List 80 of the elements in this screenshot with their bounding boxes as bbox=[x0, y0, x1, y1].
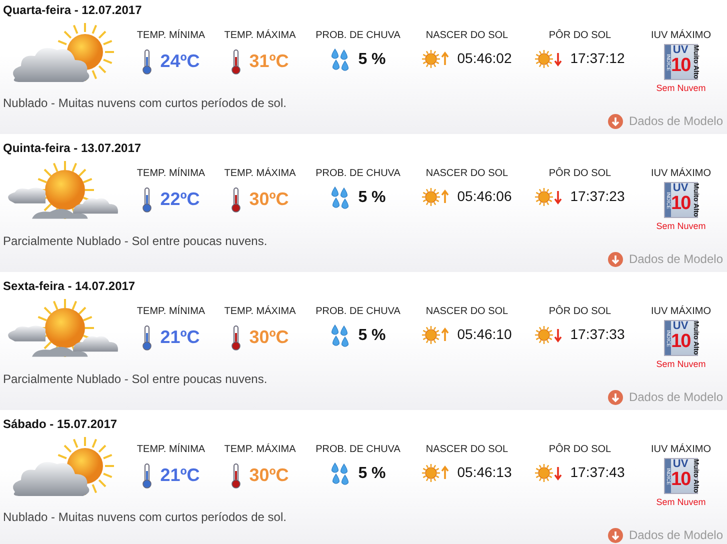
model-data-link[interactable]: Dados de Modelo bbox=[608, 250, 723, 268]
sunrise-icon bbox=[422, 324, 450, 344]
column-label: TEMP. MÍNIMA bbox=[136, 30, 206, 42]
max-temperature: 31ºC bbox=[249, 50, 289, 73]
raindrops-icon bbox=[330, 462, 350, 486]
column-label: IUV MÁXIMO bbox=[650, 306, 711, 318]
sunrise-time: 05:46:06 bbox=[457, 187, 512, 206]
sunset-icon bbox=[535, 324, 562, 344]
weather-description: Nublado - Muitas nuvens com curtos períodos de sol. bbox=[3, 95, 288, 112]
sunset-icon bbox=[535, 186, 562, 206]
column-label: PROB. DE CHUVA bbox=[316, 30, 400, 42]
sunset-time: 17:37:33 bbox=[570, 325, 625, 344]
rain-probability: 5 % bbox=[358, 326, 386, 346]
column-label: TEMP. MÍNIMA bbox=[136, 168, 206, 180]
thermometer-icon bbox=[142, 324, 152, 350]
column-label: PROB. DE CHUVA bbox=[316, 444, 400, 456]
model-data-link[interactable]: Dados de Modelo bbox=[608, 526, 723, 544]
day-title: Quarta-feira - 12.07.2017 bbox=[3, 2, 143, 18]
column-label: IUV MÁXIMO bbox=[650, 168, 711, 180]
min-temperature: 24ºC bbox=[160, 50, 200, 73]
day-title: Quinta-feira - 13.07.2017 bbox=[3, 140, 142, 156]
sunset-time: 17:37:43 bbox=[570, 463, 625, 482]
day-title: Sábado - 15.07.2017 bbox=[3, 416, 118, 432]
raindrops-icon bbox=[330, 324, 350, 348]
sunset-icon bbox=[535, 48, 562, 68]
uv-note: Sem Nuvem bbox=[656, 496, 706, 509]
column-label: NASCER DO SOL bbox=[426, 30, 508, 42]
sunset-time: 17:37:23 bbox=[570, 187, 625, 206]
sunset-icon bbox=[535, 462, 562, 482]
column-label: TEMP. MÁXIMA bbox=[224, 444, 296, 456]
thermometer-icon bbox=[231, 324, 242, 350]
sunrise-icon bbox=[422, 186, 450, 206]
sunset-time: 17:37:12 bbox=[570, 49, 625, 68]
column-label: TEMP. MÁXIMA bbox=[224, 168, 296, 180]
sunrise-time: 05:46:10 bbox=[457, 325, 512, 344]
thermometer-icon bbox=[231, 186, 242, 212]
column-label: NASCER DO SOL bbox=[426, 168, 508, 180]
column-label: TEMP. MÍNIMA bbox=[136, 444, 206, 456]
column-label: PROB. DE CHUVA bbox=[316, 306, 400, 318]
model-data-link[interactable]: Dados de Modelo bbox=[608, 112, 723, 130]
weather-description: Nublado - Muitas nuvens com curtos períodos de sol. bbox=[3, 509, 288, 526]
column-label: IUV MÁXIMO bbox=[650, 444, 711, 456]
min-temperature: 21ºC bbox=[160, 326, 200, 349]
column-label: PROB. DE CHUVA bbox=[316, 168, 400, 180]
min-temperature: 22ºC bbox=[160, 188, 200, 211]
rain-probability: 5 % bbox=[358, 464, 386, 484]
thermometer-icon bbox=[142, 186, 152, 212]
thermometer-icon bbox=[231, 48, 242, 74]
thermometer-icon bbox=[142, 48, 152, 74]
weather-description: Parcialmente Nublado - Sol entre poucas nuvens. bbox=[3, 371, 268, 388]
column-label: TEMP. MÍNIMA bbox=[136, 306, 206, 318]
column-label: PÔR DO SOL bbox=[548, 444, 612, 456]
sunrise-icon bbox=[422, 462, 450, 482]
rain-probability: 5 % bbox=[358, 188, 386, 208]
min-temperature: 21ºC bbox=[160, 464, 200, 487]
max-temperature: 30ºC bbox=[249, 464, 289, 487]
column-label: PÔR DO SOL bbox=[548, 30, 612, 42]
sunrise-icon bbox=[422, 48, 450, 68]
sunrise-time: 05:46:02 bbox=[457, 49, 512, 68]
uv-note: Sem Nuvem bbox=[656, 220, 706, 233]
column-label: NASCER DO SOL bbox=[426, 444, 508, 456]
column-label: PÔR DO SOL bbox=[548, 168, 612, 180]
column-label: TEMP. MÁXIMA bbox=[224, 30, 296, 42]
model-data-link[interactable]: Dados de Modelo bbox=[608, 388, 723, 406]
raindrops-icon bbox=[330, 186, 350, 210]
sunrise-time: 05:46:13 bbox=[457, 463, 512, 482]
uv-note: Sem Nuvem bbox=[656, 82, 706, 95]
max-temperature: 30ºC bbox=[249, 188, 289, 211]
raindrops-icon bbox=[330, 48, 350, 72]
day-title: Sexta-feira - 14.07.2017 bbox=[3, 278, 136, 294]
column-label: NASCER DO SOL bbox=[426, 306, 508, 318]
thermometer-icon bbox=[231, 462, 242, 488]
thermometer-icon bbox=[142, 462, 152, 488]
column-label: IUV MÁXIMO bbox=[650, 30, 711, 42]
weather-description: Parcialmente Nublado - Sol entre poucas nuvens. bbox=[3, 233, 268, 250]
column-label: PÔR DO SOL bbox=[548, 306, 612, 318]
max-temperature: 30ºC bbox=[249, 326, 289, 349]
rain-probability: 5 % bbox=[358, 50, 386, 70]
uv-note: Sem Nuvem bbox=[656, 358, 706, 371]
column-label: TEMP. MÁXIMA bbox=[224, 306, 296, 318]
